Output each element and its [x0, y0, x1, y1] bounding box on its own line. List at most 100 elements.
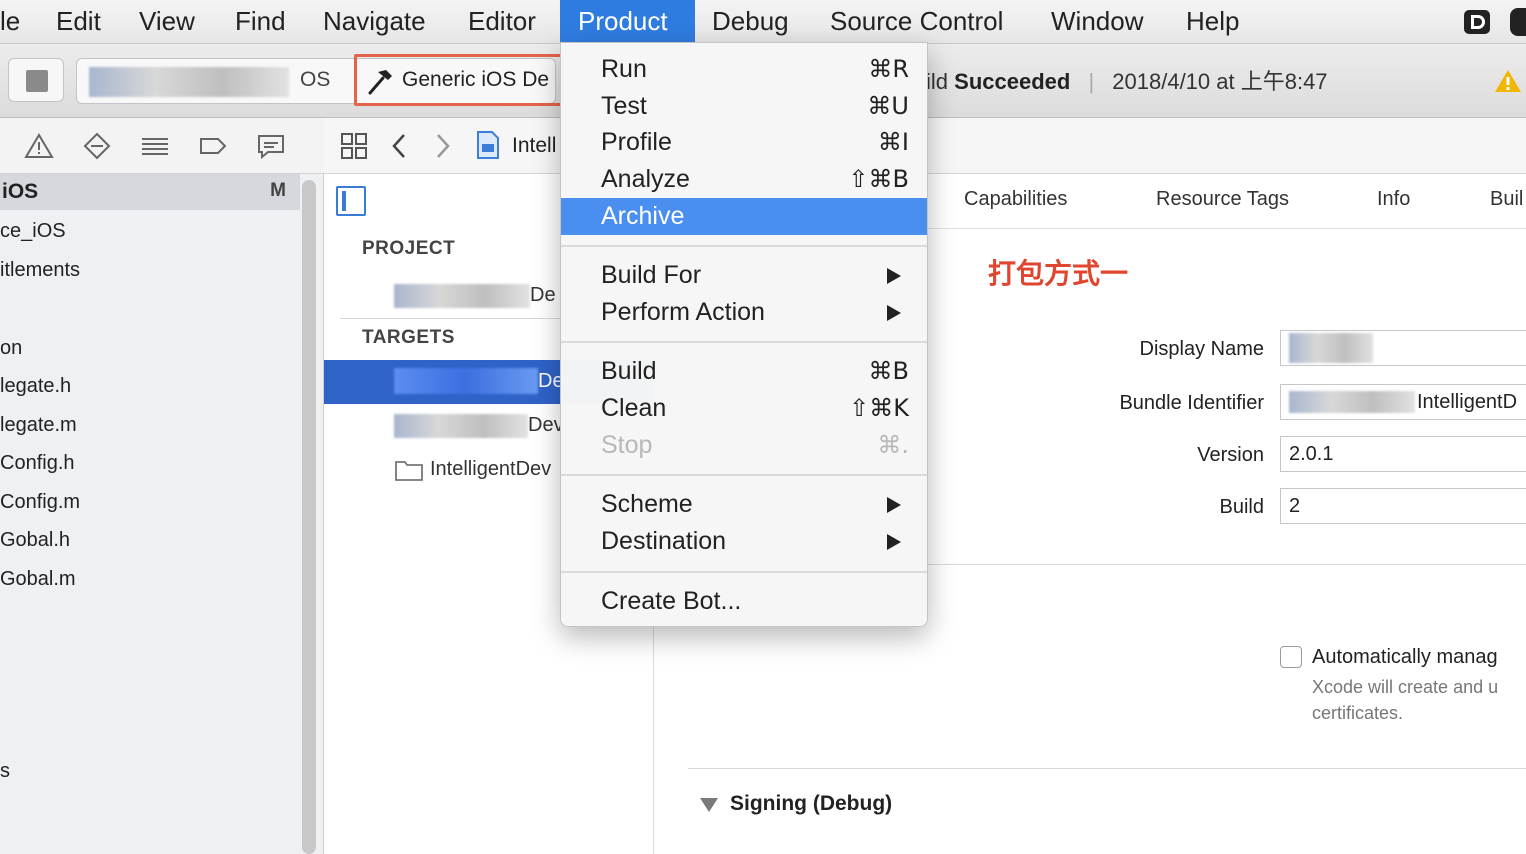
tab-build-settings[interactable]: Buil [1490, 188, 1523, 211]
tab-info[interactable]: Info [1377, 188, 1410, 211]
menu-file[interactable]: le [0, 0, 20, 42]
navigator-file[interactable]: Gobal.h [0, 529, 70, 552]
navigator-file[interactable]: legate.h [0, 375, 71, 398]
auto-manage-signing-description: Xcode will create and u certificates. [1312, 677, 1499, 723]
menu-item-label: Destination [601, 527, 727, 555]
debug-navigator-icon[interactable] [140, 132, 170, 160]
navigator-file[interactable]: Config.h [0, 452, 75, 475]
menu-find[interactable]: Find [235, 0, 286, 42]
issue-navigator-icon[interactable] [24, 132, 54, 160]
menu-item-archive[interactable]: Archive [561, 198, 927, 235]
tab-capabilities[interactable]: Capabilities [964, 188, 1067, 211]
menu-debug[interactable]: Debug [712, 0, 789, 42]
menu-item-build[interactable]: Build ⌘B [561, 353, 927, 390]
menu-item-build-for[interactable]: Build For [561, 257, 927, 294]
status-prefix: ild [926, 69, 949, 94]
bundle-identifier-field[interactable]: IntelligentD [1280, 384, 1526, 420]
submenu-arrow-icon [887, 305, 901, 321]
menu-item-label: Archive [601, 202, 685, 230]
menu-item-profile[interactable]: Profile ⌘I [561, 124, 927, 161]
breakpoint-navigator-icon[interactable] [198, 132, 228, 160]
menu-help[interactable]: Help [1186, 0, 1239, 42]
menu-item-shortcut: ⌘. [877, 431, 909, 459]
menu-item-shortcut: ⌘B [868, 357, 909, 385]
menu-window[interactable]: Window [1051, 0, 1143, 42]
menu-source-control[interactable]: Source Control [830, 0, 1003, 42]
menu-item-test[interactable]: Test ⌘U [561, 88, 927, 125]
project-navigator: iOS M ce_iOS itlements on legate.h legat… [0, 118, 324, 854]
modified-badge: M [270, 180, 286, 201]
tab-resource-tags[interactable]: Resource Tags [1156, 188, 1289, 211]
target-item-label: Dev [528, 414, 564, 436]
annotation-text: 打包方式一 [988, 257, 1129, 290]
build-field[interactable]: 2 [1280, 488, 1526, 524]
redacted-scheme-name [89, 67, 289, 97]
menu-editor[interactable]: Editor [468, 0, 536, 42]
menu-item-create-bot[interactable]: Create Bot... [561, 583, 927, 620]
product-menu-dropdown: Run ⌘R Test ⌘U Profile ⌘I Analyze ⇧⌘B Ar… [560, 42, 928, 627]
menu-item-scheme[interactable]: Scheme [561, 486, 927, 523]
display-name-field[interactable] [1280, 330, 1526, 366]
auto-manage-signing-checkbox[interactable] [1280, 646, 1302, 668]
menu-navigate[interactable]: Navigate [323, 0, 426, 42]
menu-item-label: Build For [601, 261, 702, 289]
status-timestamp: 2018/4/10 at 上午8:47 [1112, 69, 1328, 94]
build-label: Build [1219, 496, 1264, 518]
navigator-scrollbar[interactable] [302, 180, 316, 854]
section-divider [688, 768, 1526, 769]
hammer-icon [368, 70, 392, 95]
sidebar-toggle-icon[interactable] [336, 186, 366, 216]
stop-button[interactable] [8, 58, 64, 102]
bundle-identifier-label: Bundle Identifier [1119, 392, 1264, 414]
navigator-file[interactable]: itlements [0, 259, 80, 282]
navigator-file[interactable]: on [0, 337, 22, 360]
navigator-file[interactable]: Config.m [0, 491, 80, 514]
menu-product[interactable]: Product [560, 0, 695, 42]
status-separator: | [1088, 69, 1095, 94]
status-extra-icon[interactable] [1510, 8, 1526, 36]
version-field[interactable]: 2.0.1 [1280, 436, 1526, 472]
menu-item-label: Stop [601, 431, 653, 459]
back-chevron-icon[interactable] [390, 132, 408, 160]
menu-item-label: Perform Action [601, 298, 765, 326]
menu-edit[interactable]: Edit [56, 0, 101, 42]
auto-manage-signing-label: Automatically manag [1312, 646, 1498, 668]
status-word: Succeeded [954, 69, 1071, 94]
menu-separator [561, 474, 927, 476]
test-navigator-icon[interactable] [82, 132, 112, 160]
version-label: Version [1197, 444, 1264, 466]
navigator-file[interactable]: Gobal.m [0, 568, 76, 591]
menu-item-destination[interactable]: Destination [561, 523, 927, 560]
menu-item-shortcut: ⇧⌘K [849, 394, 909, 422]
display-name-label: Display Name [1139, 338, 1264, 360]
warning-icon[interactable] [1494, 68, 1522, 94]
navigator-file[interactable]: s [0, 760, 10, 783]
status-app-icon[interactable] [1462, 7, 1492, 37]
navigator-file[interactable]: legate.m [0, 414, 77, 437]
navigator-project-header[interactable]: iOS M [0, 174, 300, 210]
destination-selector[interactable]: Generic iOS De [402, 68, 562, 92]
menu-item-run[interactable]: Run ⌘R [561, 51, 927, 88]
menu-separator [561, 341, 927, 343]
redacted-target-name [394, 368, 538, 394]
signing-debug-title: Signing (Debug) [730, 792, 893, 815]
navigator-project-title: iOS [2, 180, 39, 203]
menu-item-label: Analyze [601, 165, 690, 193]
menu-item-label: Scheme [601, 490, 693, 518]
forward-chevron-icon[interactable] [434, 132, 452, 160]
menu-item-shortcut: ⇧⌘B [848, 165, 909, 193]
menu-item-analyze[interactable]: Analyze ⇧⌘B [561, 161, 927, 198]
submenu-arrow-icon [887, 497, 901, 513]
navigator-iconbar [0, 118, 324, 174]
submenu-arrow-icon [887, 268, 901, 284]
redacted-display-name [1289, 333, 1373, 363]
menu-view[interactable]: View [139, 0, 195, 42]
menu-item-perform-action[interactable]: Perform Action [561, 294, 927, 331]
disclosure-triangle-icon[interactable] [700, 798, 718, 812]
report-navigator-icon[interactable] [256, 132, 286, 160]
menu-item-label: Clean [601, 394, 667, 422]
related-items-icon[interactable] [340, 132, 368, 160]
navigator-file[interactable]: ce_iOS [0, 220, 66, 243]
jump-bar-path[interactable]: Intell [512, 134, 556, 158]
menu-item-clean[interactable]: Clean ⇧⌘K [561, 390, 927, 427]
